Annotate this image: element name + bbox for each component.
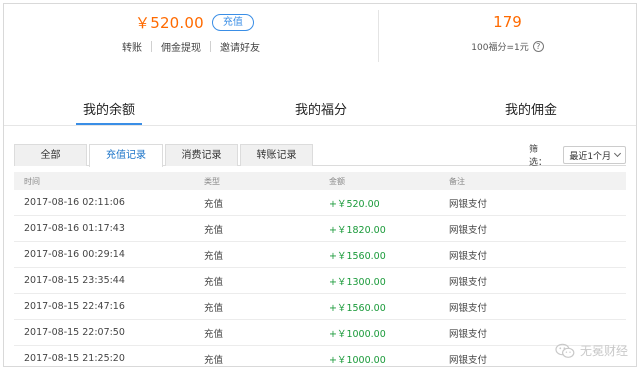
- cell-amount: +￥1820.00: [329, 224, 386, 236]
- table-row: 2017-08-15 22:47:16 充值 +￥1560.00 网银支付: [14, 294, 626, 320]
- cell-type: 充值: [204, 198, 224, 210]
- date-filter: 筛选： 最近1个月: [529, 145, 626, 168]
- table-row: 2017-08-16 01:17:43 充值 +￥1820.00 网银支付: [14, 216, 626, 242]
- wechat-icon: [555, 343, 575, 358]
- cell-time: 2017-08-15 21:25:20: [24, 353, 125, 364]
- filter-label: 筛选：: [529, 145, 548, 168]
- period-select-value: 最近1个月: [569, 151, 612, 162]
- cell-amount: +￥1000.00: [329, 354, 386, 366]
- points-note: 100福分=1元: [471, 43, 529, 53]
- tab-my-points[interactable]: 我的福分: [289, 101, 353, 125]
- column-header-amount: 金额: [329, 176, 345, 186]
- cell-amount: +￥1300.00: [329, 276, 386, 288]
- tab-recharge-records[interactable]: 充值记录: [89, 144, 163, 167]
- table-row: 2017-08-16 02:11:06 充值 +￥520.00 网银支付: [14, 190, 626, 216]
- points-note-row: 100福分=1元 ?: [379, 40, 636, 53]
- cell-time: 2017-08-16 00:29:14: [24, 249, 125, 260]
- cell-type: 充值: [204, 328, 224, 340]
- record-tabs-bar: 全部 充值记录 消费记录 转账记录 筛选： 最近1个月: [14, 144, 626, 168]
- cell-time: 2017-08-16 02:11:06: [24, 197, 125, 208]
- balance-amount: ￥520.00: [135, 13, 204, 32]
- watermark: 无冕财经: [555, 342, 628, 359]
- watermark-text: 无冕财经: [579, 344, 628, 358]
- records-table: 时间 类型 金额 备注 2017-08-16 02:11:06 充值 +￥520…: [14, 172, 626, 366]
- table-row: 2017-08-15 21:25:20 充值 +￥1000.00 网银支付: [14, 346, 626, 366]
- balance-row: ￥520.00 充值: [135, 11, 254, 33]
- chevron-down-icon: [613, 149, 622, 158]
- recharge-button[interactable]: 充值: [211, 13, 254, 31]
- table-header: 时间 类型 金额 备注: [14, 172, 626, 190]
- points-value: 179: [493, 13, 522, 31]
- tab-transfer-records[interactable]: 转账记录: [240, 144, 313, 166]
- cell-amount: +￥520.00: [329, 198, 380, 210]
- column-header-type: 类型: [204, 176, 220, 186]
- cell-note: 网银支付: [449, 328, 488, 340]
- table-row: 2017-08-15 23:35:44 充值 +￥1300.00 网银支付: [14, 268, 626, 294]
- cell-note: 网银支付: [449, 302, 488, 314]
- tab-consumption-records[interactable]: 消费记录: [165, 144, 238, 166]
- cell-amount: +￥1000.00: [329, 328, 386, 340]
- tab-all[interactable]: 全部: [14, 144, 87, 166]
- column-header-time: 时间: [24, 176, 40, 186]
- cell-amount: +￥1560.00: [329, 302, 386, 314]
- cell-type: 充值: [204, 276, 224, 288]
- cell-note: 网银支付: [449, 250, 488, 262]
- cell-type: 充值: [204, 224, 224, 236]
- cell-type: 充值: [204, 302, 224, 314]
- help-icon[interactable]: ?: [532, 41, 544, 52]
- cell-note: 网银支付: [449, 198, 488, 210]
- balance-actions: 转账 佣金提现 邀请好友: [113, 39, 269, 54]
- points-section: 179 100福分=1元 ?: [379, 4, 636, 66]
- cell-type: 充值: [204, 250, 224, 262]
- table-row: 2017-08-15 22:07:50 充值 +￥1000.00 网银支付: [14, 320, 626, 346]
- cell-amount: +￥1560.00: [329, 250, 386, 262]
- cell-note: 网银支付: [449, 224, 488, 236]
- account-panel: ￥520.00 充值 转账 佣金提现 邀请好友 179 100福分=1元 ? 我…: [3, 3, 637, 367]
- column-header-note: 备注: [449, 176, 465, 186]
- cell-time: 2017-08-15 22:07:50: [24, 327, 125, 338]
- commission-withdraw-link[interactable]: 佣金提现: [152, 39, 210, 54]
- cell-type: 充值: [204, 354, 224, 366]
- period-select[interactable]: 最近1个月: [563, 146, 626, 164]
- invite-friends-link[interactable]: 邀请好友: [211, 39, 269, 54]
- tab-my-balance[interactable]: 我的余额: [76, 101, 142, 125]
- account-summary: ￥520.00 充值 转账 佣金提现 邀请好友 179 100福分=1元 ?: [4, 4, 636, 66]
- balance-section: ￥520.00 充值 转账 佣金提现 邀请好友: [4, 4, 378, 66]
- cell-note: 网银支付: [449, 276, 488, 288]
- cell-time: 2017-08-15 22:47:16: [24, 301, 125, 312]
- cell-time: 2017-08-16 01:17:43: [24, 223, 125, 234]
- table-row: 2017-08-16 00:29:14 充值 +￥1560.00 网银支付: [14, 242, 626, 268]
- tab-my-commission[interactable]: 我的佣金: [499, 101, 563, 125]
- main-tabs: 我的余额 我的福分 我的佣金: [4, 101, 636, 126]
- cell-time: 2017-08-15 23:35:44: [24, 275, 125, 286]
- transfer-link[interactable]: 转账: [113, 39, 151, 54]
